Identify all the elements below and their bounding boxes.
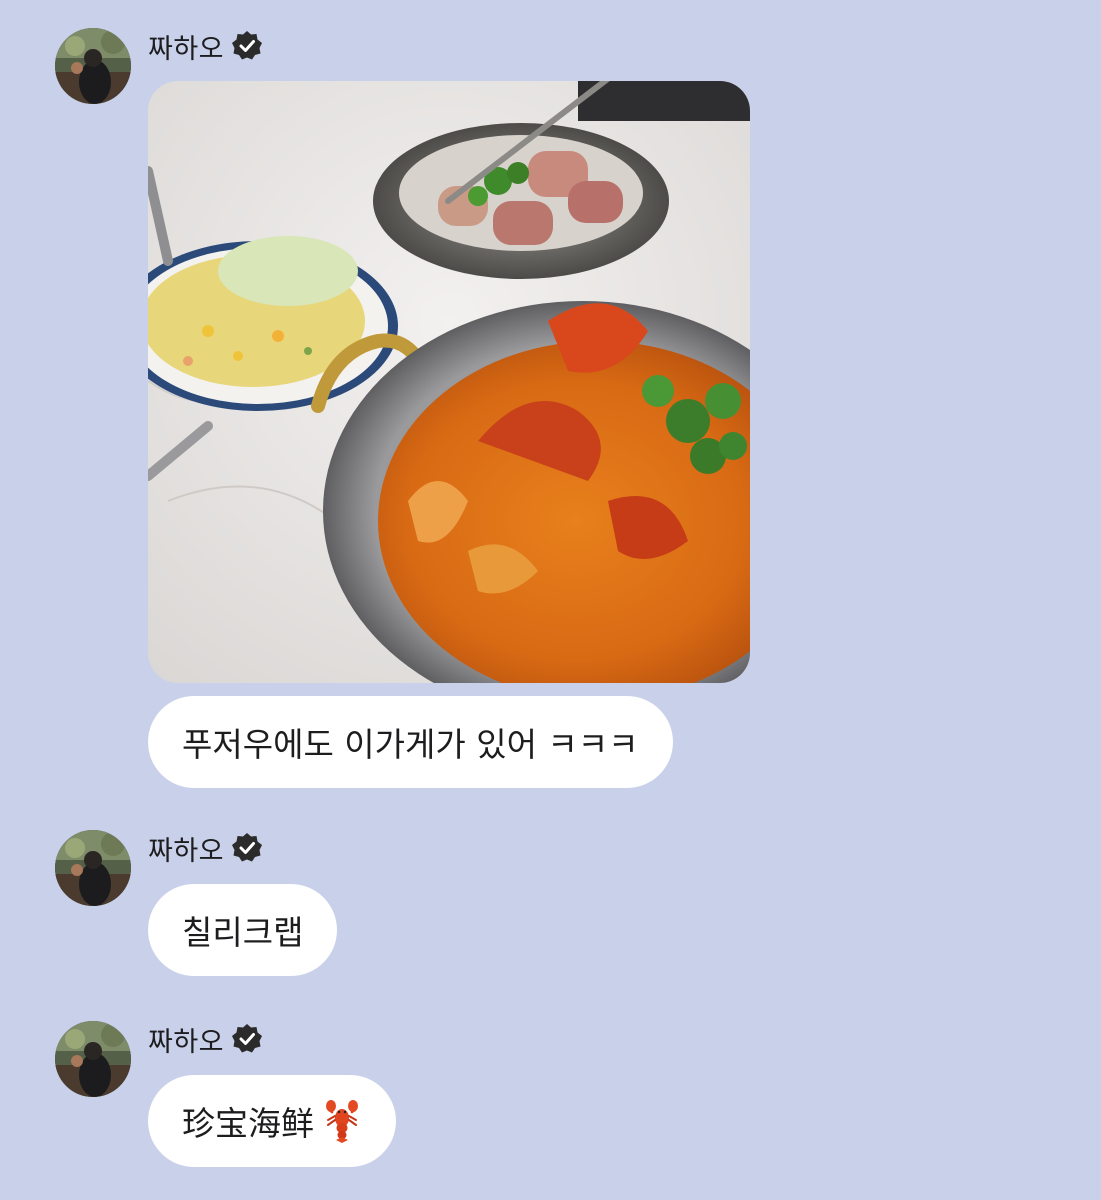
message-bubble[interactable]: 珍宝海鲜 bbox=[148, 1075, 396, 1167]
sender-header: 짜하오 bbox=[148, 829, 264, 868]
message-bubble[interactable]: 칠리크랩 bbox=[148, 884, 338, 976]
avatar-image bbox=[55, 28, 131, 104]
message-text: 칠리크랩 bbox=[182, 913, 304, 952]
food-photo bbox=[148, 81, 750, 683]
lobster-icon bbox=[326, 1100, 358, 1143]
message-bubble[interactable]: 푸저우에도 이가게가 있어 ㅋㅋㅋ bbox=[148, 696, 673, 788]
message-text: 珍宝海鲜 bbox=[182, 1104, 314, 1143]
sender-name[interactable]: 짜하오 bbox=[148, 1020, 224, 1059]
avatar[interactable] bbox=[55, 1021, 131, 1097]
avatar-image bbox=[55, 830, 131, 906]
message-text: 푸저우에도 이가게가 있어 ㅋㅋㅋ bbox=[182, 725, 639, 764]
sender-name[interactable]: 짜하오 bbox=[148, 829, 224, 868]
message-group: 짜하오 칠리크랩 bbox=[55, 830, 555, 980]
avatar[interactable] bbox=[55, 830, 131, 906]
photo-attachment[interactable] bbox=[148, 81, 750, 683]
verified-badge-icon bbox=[232, 833, 263, 862]
message-group: 짜하오 푸저우에도 이가게가 있어 ㅋㅋㅋ bbox=[55, 28, 755, 788]
verified-badge-icon bbox=[232, 31, 263, 60]
sender-header: 짜하오 bbox=[148, 27, 264, 66]
avatar-image bbox=[55, 1021, 131, 1097]
verified-badge-icon bbox=[232, 1024, 263, 1053]
chat-thread: 짜하오 푸저우에도 이가게가 있어 ㅋㅋㅋ 짜하오 칠리크랩 짜하오 珍宝海鲜 bbox=[0, 0, 1101, 1200]
avatar[interactable] bbox=[55, 28, 131, 104]
sender-header: 짜하오 bbox=[148, 1020, 264, 1059]
sender-name[interactable]: 짜하오 bbox=[148, 27, 224, 66]
message-group: 짜하오 珍宝海鲜 bbox=[55, 1021, 555, 1171]
